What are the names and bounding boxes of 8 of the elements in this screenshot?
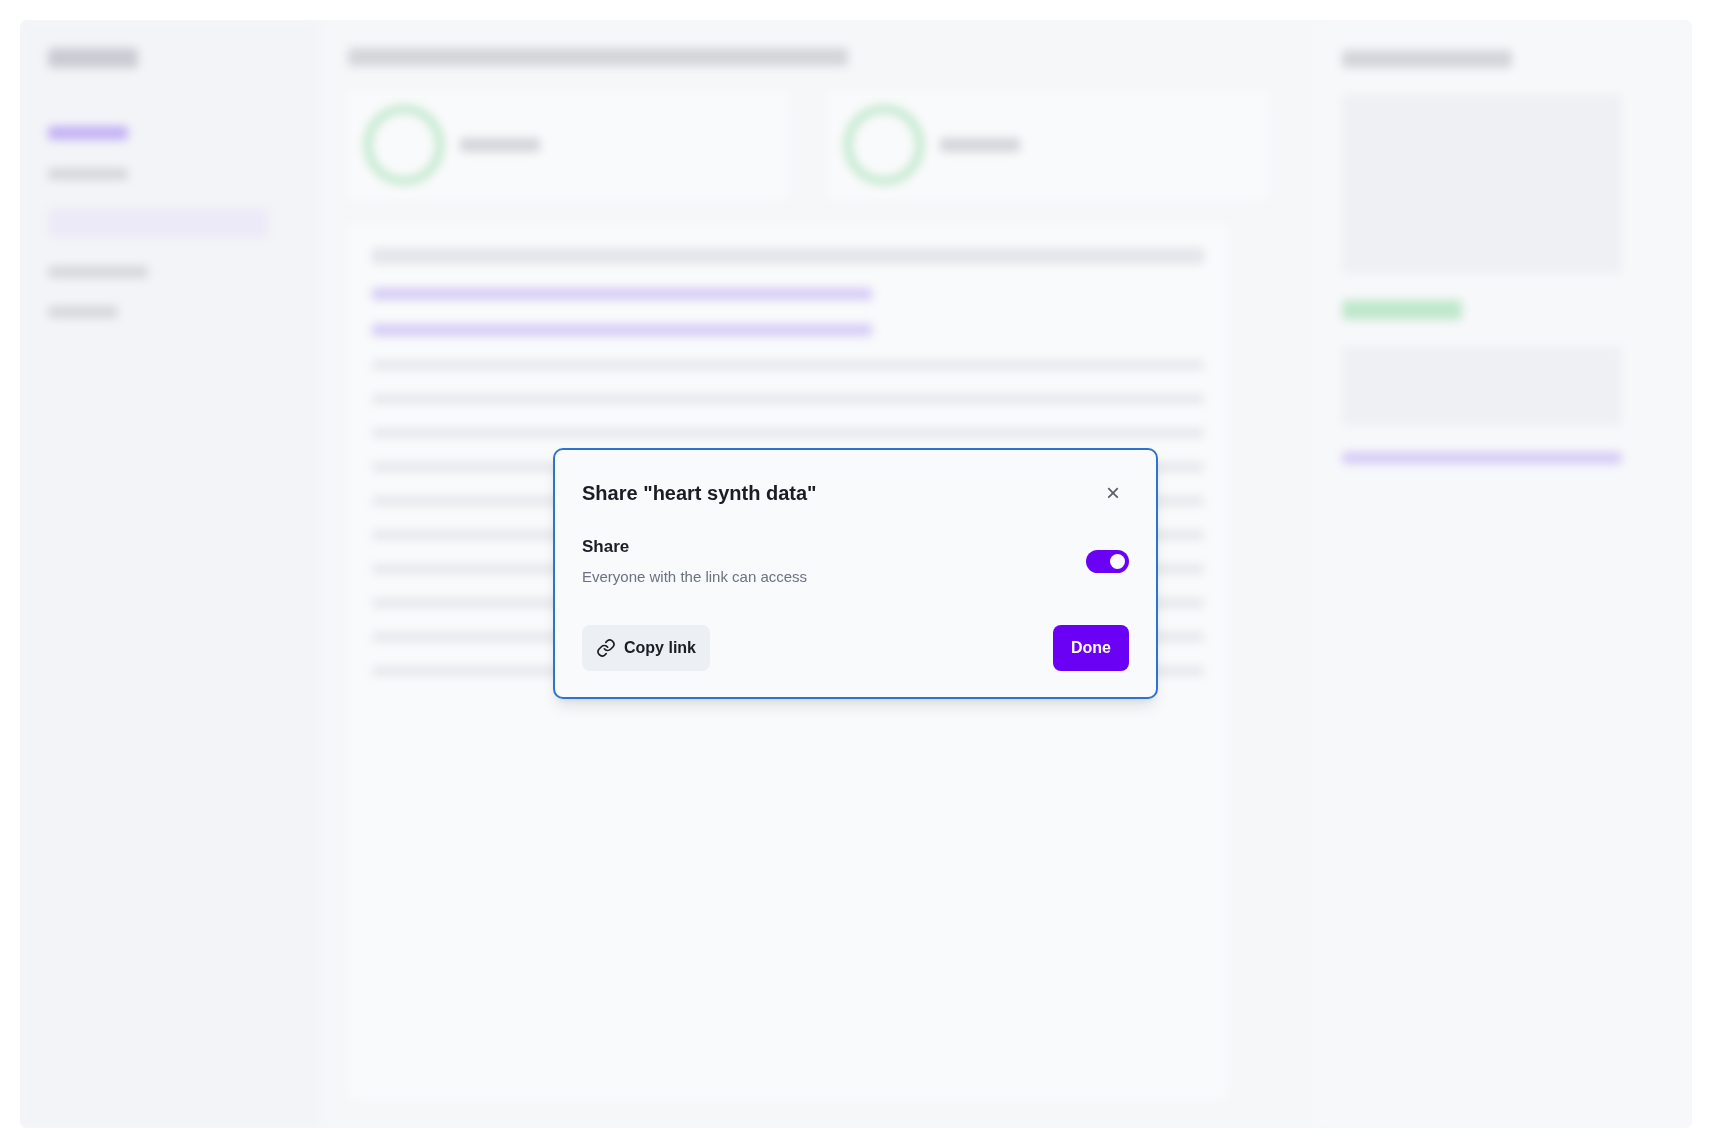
- share-description: Everyone with the link can access: [582, 566, 808, 587]
- copy-link-button[interactable]: Copy link: [582, 625, 710, 671]
- link-icon: [596, 638, 616, 658]
- share-label: Share: [582, 536, 631, 558]
- share-toggle[interactable]: [1086, 549, 1129, 573]
- close-button[interactable]: ×: [1101, 481, 1125, 505]
- dialog-title: Share "heart synth data": [582, 481, 817, 506]
- done-button[interactable]: Done: [1053, 625, 1129, 671]
